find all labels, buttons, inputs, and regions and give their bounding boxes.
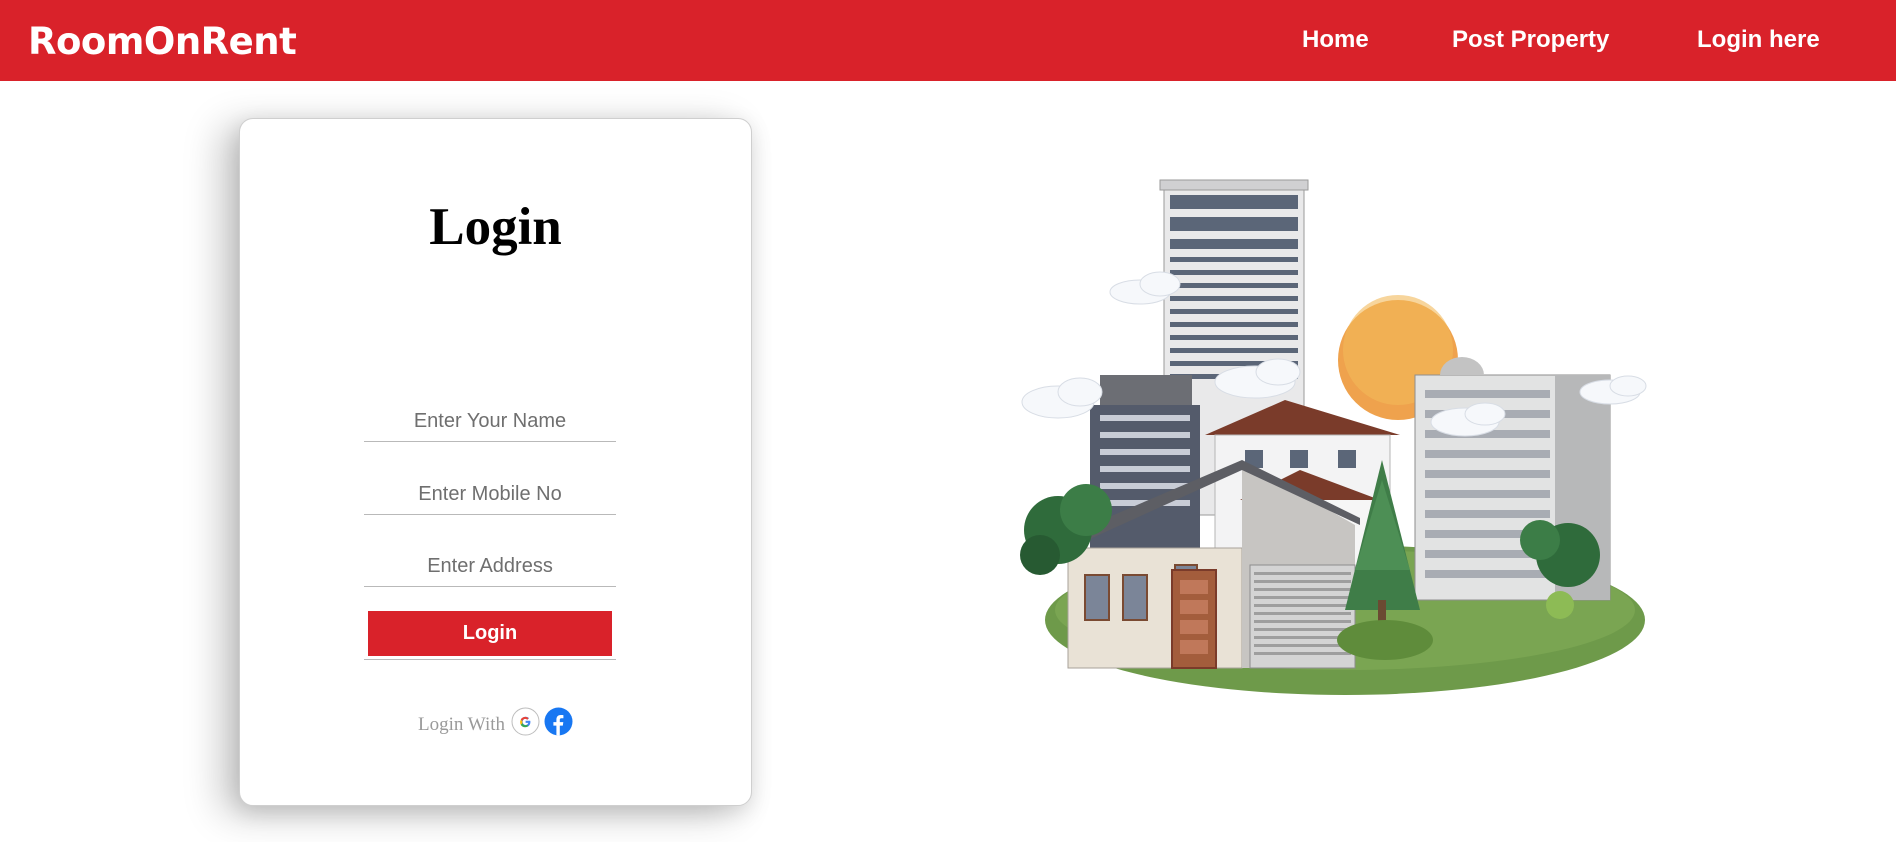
login-button[interactable]: Login bbox=[368, 611, 612, 656]
brand-logo[interactable]: RoomOnRent bbox=[28, 20, 297, 63]
name-input[interactable] bbox=[364, 401, 616, 442]
nav-post-property-link[interactable]: Post Property bbox=[1452, 26, 1609, 54]
nav-login-link[interactable]: Login here bbox=[1697, 26, 1820, 54]
mobile-input[interactable] bbox=[364, 474, 616, 515]
login-title: Login bbox=[429, 198, 562, 256]
top-navbar: RoomOnRent Home Post Property Login here bbox=[0, 0, 1896, 81]
social-login-row: Login With bbox=[240, 707, 751, 736]
city-illustration bbox=[1000, 170, 1660, 710]
nav-home-link[interactable]: Home bbox=[1302, 26, 1369, 54]
login-card: Login Login Login With bbox=[239, 118, 752, 806]
address-input[interactable] bbox=[364, 546, 616, 587]
google-icon[interactable] bbox=[511, 707, 540, 736]
facebook-icon[interactable] bbox=[544, 707, 573, 736]
login-with-label: Login With bbox=[417, 714, 506, 735]
